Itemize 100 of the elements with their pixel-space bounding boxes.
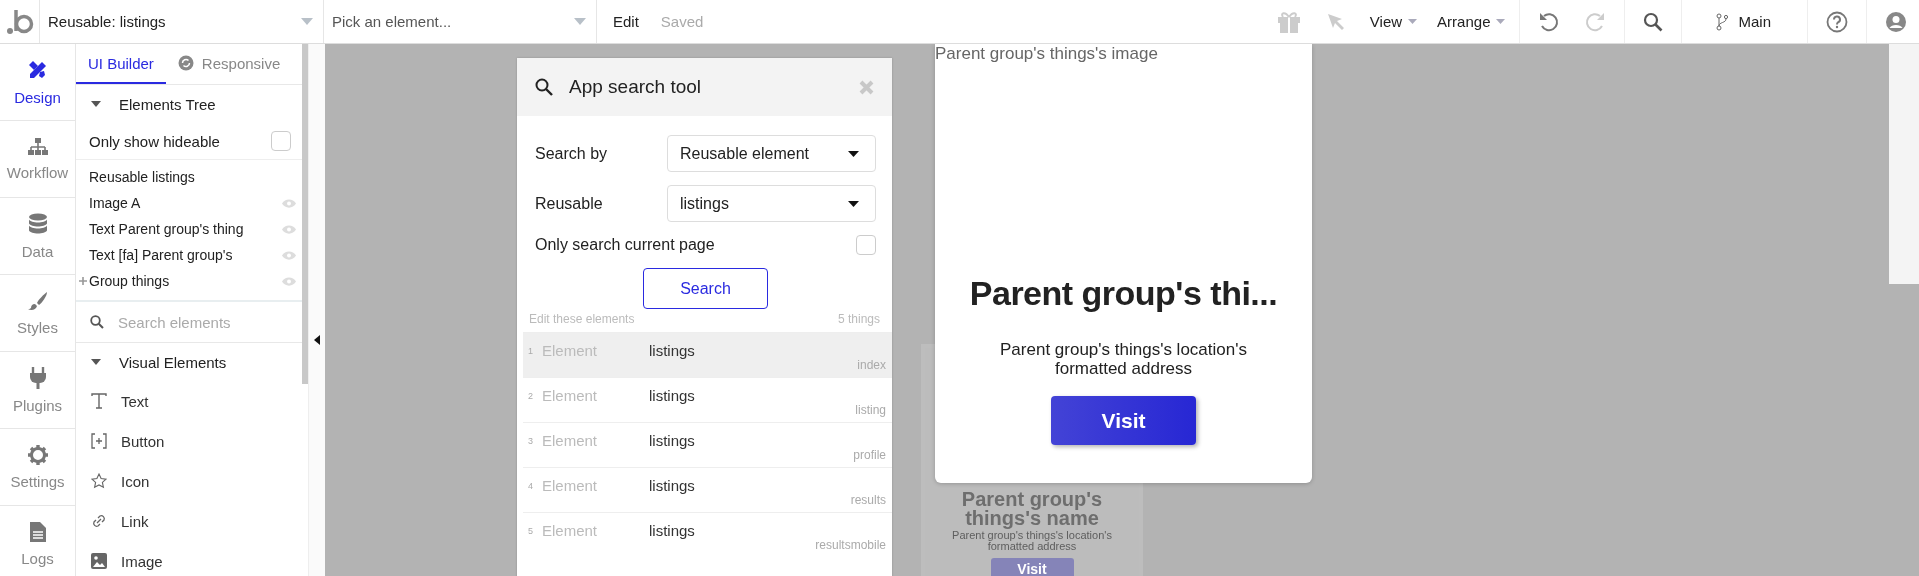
current-page-label: Only search current page — [535, 236, 715, 254]
element-item[interactable]: Button — [76, 421, 302, 461]
saved-status: Saved — [660, 13, 704, 30]
result-page: listing — [855, 403, 886, 417]
card-title: Parent group's thi... — [969, 274, 1278, 313]
tree-item[interactable]: Text [fa] Parent group's — [89, 247, 282, 263]
tree-item[interactable]: Image A — [89, 195, 282, 211]
arrange-menu[interactable]: Arrange — [1437, 13, 1506, 30]
caret-icon — [91, 359, 101, 365]
tool-title: App search tool — [569, 76, 703, 98]
cursor-icon[interactable] — [1325, 11, 1346, 32]
result-index: 5 — [527, 525, 534, 538]
scrollbar-thumb[interactable] — [302, 44, 308, 384]
caret-icon — [301, 18, 313, 25]
nav-tab[interactable]: Styles — [0, 275, 75, 352]
image-placeholder-label: Parent group's things's image — [935, 44, 1158, 64]
panel-tab[interactable]: UI Builder — [76, 44, 166, 84]
brush-icon — [27, 290, 48, 311]
search-icon — [535, 78, 553, 96]
redo-icon[interactable] — [1584, 10, 1607, 33]
sync-icon — [177, 55, 194, 71]
result-page: resultsmobile — [815, 538, 886, 552]
search-icon[interactable] — [1643, 11, 1664, 32]
nav-tab[interactable]: Workflow — [0, 121, 75, 198]
result-index: 4 — [527, 480, 534, 493]
eye-icon[interactable] — [282, 250, 296, 260]
sitemap-icon — [27, 137, 48, 156]
avatar-icon[interactable] — [1885, 10, 1907, 33]
help-icon[interactable] — [1826, 10, 1848, 33]
result-type: Element — [542, 476, 599, 496]
nav-tab[interactable]: Design — [0, 44, 75, 121]
result-row[interactable]: 4 Element listings results — [523, 467, 892, 512]
close-icon[interactable] — [859, 79, 874, 95]
result-type: Element — [542, 521, 599, 541]
database-icon — [27, 212, 48, 235]
result-row[interactable]: 5 Element listings resultsmobile — [523, 512, 892, 557]
element-item[interactable]: Icon — [76, 461, 302, 501]
result-row[interactable]: 2 Element listings listing — [523, 377, 892, 422]
result-type: Element — [542, 386, 599, 406]
element-dropdown[interactable]: Pick an element... — [324, 0, 597, 43]
page-dropdown[interactable]: Reusable: listings — [40, 0, 324, 43]
visual-elements-header[interactable]: Visual Elements — [76, 343, 227, 381]
result-page: results — [850, 493, 886, 507]
field-label: Reusable — [535, 194, 603, 213]
caret-icon — [91, 101, 101, 107]
collapse-arrow-icon[interactable] — [314, 335, 320, 345]
ghost-card-title: Parent group's things's name — [960, 490, 1104, 528]
elements-tree-header[interactable]: Elements Tree — [76, 85, 216, 123]
nav-tab[interactable]: Settings — [0, 429, 75, 506]
result-type: Element — [542, 431, 599, 451]
tree-item[interactable]: Reusable listings — [89, 169, 296, 185]
text-icon — [91, 393, 107, 409]
star-icon — [91, 473, 107, 489]
ghost-card-address: Parent group's things's location's formatted address — [951, 530, 1113, 552]
edit-menu[interactable]: Edit — [613, 13, 639, 30]
result-row[interactable]: 3 Element listings profile — [523, 422, 892, 467]
caret-icon — [848, 150, 859, 157]
result-name: listings — [649, 386, 695, 406]
result-index: 2 — [527, 390, 534, 403]
field-label: Search by — [535, 144, 608, 163]
tree-item[interactable]: Group things — [89, 273, 282, 289]
result-index: 1 — [527, 345, 534, 358]
caret-icon — [574, 18, 586, 25]
plug-icon — [28, 366, 47, 389]
search-button[interactable]: Search — [643, 268, 768, 309]
results-count: 5 things — [837, 312, 880, 326]
element-item[interactable]: Image — [76, 541, 302, 576]
result-name: listings — [649, 476, 695, 496]
only-hideable-label: Only show hideable — [89, 132, 220, 150]
results-label: Edit these elements — [529, 312, 635, 326]
plus-icon[interactable] — [79, 277, 87, 285]
nav-tab[interactable]: Logs — [0, 506, 75, 576]
view-menu[interactable]: View — [1369, 13, 1418, 30]
link-icon — [91, 513, 107, 529]
result-page: index — [857, 358, 886, 372]
search-icon — [90, 315, 104, 329]
visit-button[interactable]: Visit — [1051, 396, 1196, 445]
eye-icon[interactable] — [282, 224, 296, 234]
element-item[interactable]: Link — [76, 501, 302, 541]
select-dropdown[interactable]: Reusable element — [667, 135, 876, 172]
branch-menu[interactable]: Main — [1716, 12, 1771, 31]
result-name: listings — [649, 521, 695, 541]
bracket-plus-icon — [91, 433, 107, 449]
undo-icon[interactable] — [1538, 10, 1561, 33]
panel-tab[interactable]: Responsive — [165, 44, 293, 84]
gift-icon[interactable] — [1275, 9, 1302, 34]
settings-icon — [27, 444, 48, 465]
nav-tab[interactable]: Plugins — [0, 352, 75, 429]
result-name: listings — [649, 431, 695, 451]
only-hideable-checkbox[interactable] — [271, 131, 291, 151]
element-item[interactable]: Text — [76, 381, 302, 421]
ghost-visit-button[interactable]: Visit — [990, 558, 1074, 576]
eye-icon[interactable] — [282, 198, 296, 208]
card-address: Parent group's things's location's formatted address — [999, 340, 1248, 378]
tree-item[interactable]: Text Parent group's thing — [89, 221, 282, 237]
eye-icon[interactable] — [282, 276, 296, 286]
select-dropdown[interactable]: listings — [667, 185, 876, 222]
current-page-checkbox[interactable] — [856, 235, 876, 255]
nav-tab[interactable]: Data — [0, 198, 75, 275]
scrollbar-track[interactable] — [1889, 44, 1919, 284]
